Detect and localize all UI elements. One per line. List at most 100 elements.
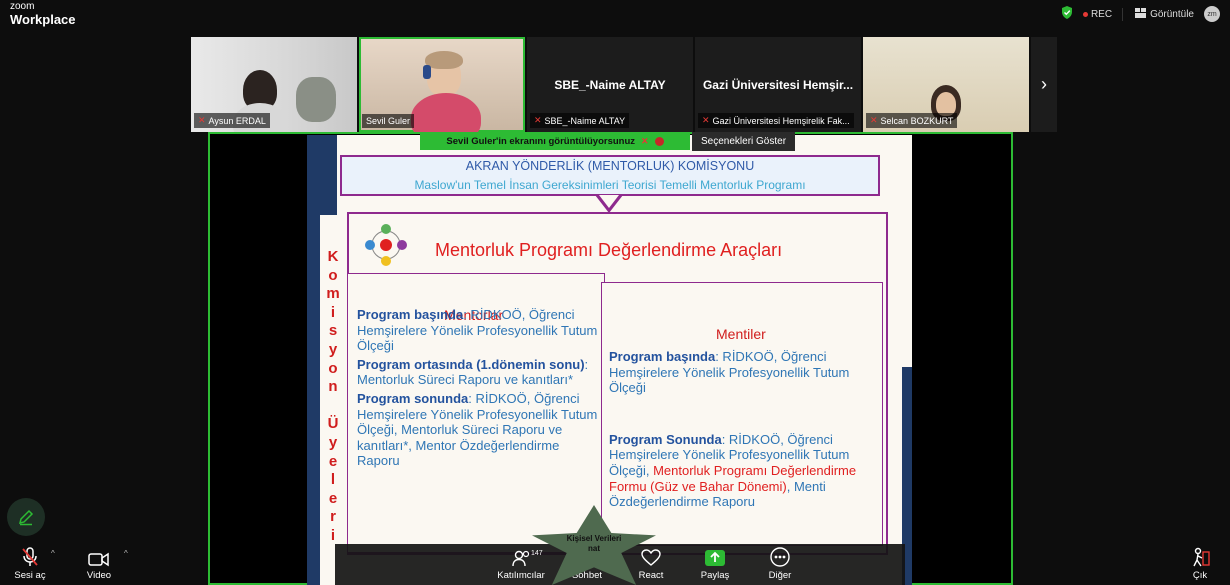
zoom-window: zoom Workplace REC Görüntüle zm ✕ Aysun E… [0,0,1230,585]
slide-title: Mentorluk Programı Değerlendirme Araçlar… [435,240,783,260]
mentors-content: Program başında: RİDKOÖ, Öğrenci Hemşire… [357,307,602,472]
side-letter: r [330,508,336,526]
mentees-p1-bold: Program başında [609,349,716,364]
brand-small: zoom [10,1,35,12]
mentors-paragraph: Program ortasında (1.dönemin sonu): Ment… [357,357,602,388]
cycle-diagram-icon [364,223,408,267]
mentees-p2-bold: Program Sonunda [609,431,722,447]
plant-decoration [296,77,336,122]
more-label: Diğer [768,570,792,581]
share-screen-button[interactable]: Paylaş [685,545,745,581]
recording-indicator[interactable]: REC [1082,8,1113,20]
participant-nameplate: ✕ Aysun ERDAL [194,113,270,128]
slide-header-line2: Maslow'un Temel İnsan Gereksinimleri Teo… [414,178,806,192]
unmute-label: Sesi aç [14,570,46,581]
grid-icon [1135,7,1147,21]
participant-strip: ✕ Aysun ERDAL Sevil Guler SBE_-Naime ALTA… [191,37,1057,132]
participant-name: Sevil Guler [366,116,411,126]
share-label: Paylaş [700,570,730,581]
mentors-p3-bold: Program sonunda [357,390,469,406]
participant-tile[interactable]: ✕ Selcan BOZKURT [863,37,1029,132]
screen-share-banner: Sevil Guler'in ekranını görüntülüyorsunu… [420,132,690,150]
record-dot-icon [1082,11,1088,17]
side-letter: e [328,489,338,507]
participants-count: 147 [531,550,543,557]
leave-label: Çık [1192,570,1208,581]
side-letter: s [328,322,338,340]
side-letter: i [330,303,336,321]
participant-video-body [411,93,481,132]
more-button[interactable]: Diğer [750,545,810,581]
avatar[interactable]: zm [1204,6,1220,22]
app-logo: zoom Workplace [10,1,76,27]
side-letter: m [326,285,340,303]
slide-header-line1: AKRAN YÖNDERLİK (MENTORLUK) KOMİSYONU [465,159,755,173]
mic-muted-icon: ✕ [534,115,542,125]
view-button[interactable]: Görüntüle [1122,7,1194,21]
mic-muted-icon: ✕ [702,115,710,125]
mic-muted-icon: ✕ [870,115,878,125]
side-letter: Ü [327,415,339,433]
star-text: Kişisel Verileri nat [556,534,632,554]
annotate-pencil-icon[interactable] [7,498,45,536]
leave-icon [1170,545,1230,567]
slide-header-box: AKRAN YÖNDERLİK (MENTORLUK) KOMİSYONU Ma… [340,155,880,196]
mentees-heading: Mentiler [716,326,766,342]
side-letter: o [328,266,338,284]
view-options-button[interactable]: Seçenekleri Göster [692,132,796,151]
view-label: Görüntüle [1150,8,1194,20]
mentees-content: Program başında: RİDKOÖ, Öğrenci Hemşire… [609,349,879,513]
participant-tile[interactable]: SBE_-Naime ALTAY ✕ SBE_-Naime ALTAY [527,37,693,132]
side-letter: l [330,471,336,489]
video-label: Video [86,570,112,581]
star-text-line1: Kişisel Verileri [566,534,622,543]
share-banner-text: Sevil Guler'in ekranını görüntülüyorsunu… [446,135,636,147]
side-letter [325,397,341,416]
participant-display-name: Gazi Üniversitesi Hemşir... [702,78,854,92]
participant-nameplate: ✕ SBE_-Naime ALTAY [530,113,630,128]
side-vertical-text: Komisyon Üyeleri [325,248,341,546]
side-letter: o [328,359,338,377]
mentors-paragraph: Program başında: RİDKOÖ, Öğrenci Hemşire… [357,307,602,354]
participant-display-name: SBE_-Naime ALTAY [554,78,666,92]
rec-label: REC [1090,8,1113,20]
mentors-p2-bold: Program ortasında (1.dönemin sonu) [357,356,585,372]
video-options-chevron-icon[interactable]: ^ [124,549,128,558]
star-text-line2: nat [588,544,600,553]
slide-corner-decoration [307,135,337,215]
mic-muted-icon: ✕ [198,115,206,125]
side-letter: e [328,452,338,470]
next-page-chevron-icon[interactable]: › [1031,37,1057,132]
leave-button[interactable]: Çık [1170,545,1230,581]
more-dots-icon [750,545,810,567]
participant-name: Selcan BOZKURT [880,115,954,126]
participant-nameplate: Sevil Guler [362,114,415,128]
mentees-paragraph: Program başında: RİDKOÖ, Öğrenci Hemşire… [609,349,879,396]
side-letter: n [328,378,338,396]
shared-slide: AKRAN YÖNDERLİK (MENTORLUK) KOMİSYONU Ma… [307,135,912,585]
video-button[interactable]: Video [69,545,129,581]
video-camera-icon [69,545,129,567]
participants-label: Katılımcılar [497,570,545,581]
mentees-paragraph: Program Sonunda: RİDKOÖ, Öğrenci Hemşire… [609,432,879,510]
participant-tile[interactable]: ✕ Aysun ERDAL [191,37,357,132]
arrow-down-inner [599,195,619,208]
participant-tile-active[interactable]: Sevil Guler [359,37,525,132]
participant-tile[interactable]: Gazi Üniversitesi Hemşir... ✕ Gazi Üniver… [695,37,861,132]
participant-name: SBE_-Naime ALTAY [544,115,626,126]
participant-name: Gazi Üniversitesi Hemşirelik Fak... [712,115,850,126]
participant-name: Aysun ERDAL [208,115,266,126]
side-letter: i [330,526,336,544]
side-letter: y [328,340,338,358]
share-screen-icon [685,545,745,567]
headset-icon [423,65,431,79]
participant-nameplate: ✕ Selcan BOZKURT [866,113,958,128]
audio-options-chevron-icon[interactable]: ^ [51,549,55,558]
shield-icon[interactable] [1061,6,1073,22]
view-options-label: Seçenekleri Göster [701,136,787,147]
mic-muted-icon: ✕ [641,135,649,146]
side-letter: K [327,248,339,265]
mentors-paragraph: Program sonunda: RİDKOÖ, Öğrenci Hemşire… [357,391,602,469]
side-letter: y [328,433,338,451]
participant-nameplate: ✕ Gazi Üniversitesi Hemşirelik Fak... [698,113,854,128]
